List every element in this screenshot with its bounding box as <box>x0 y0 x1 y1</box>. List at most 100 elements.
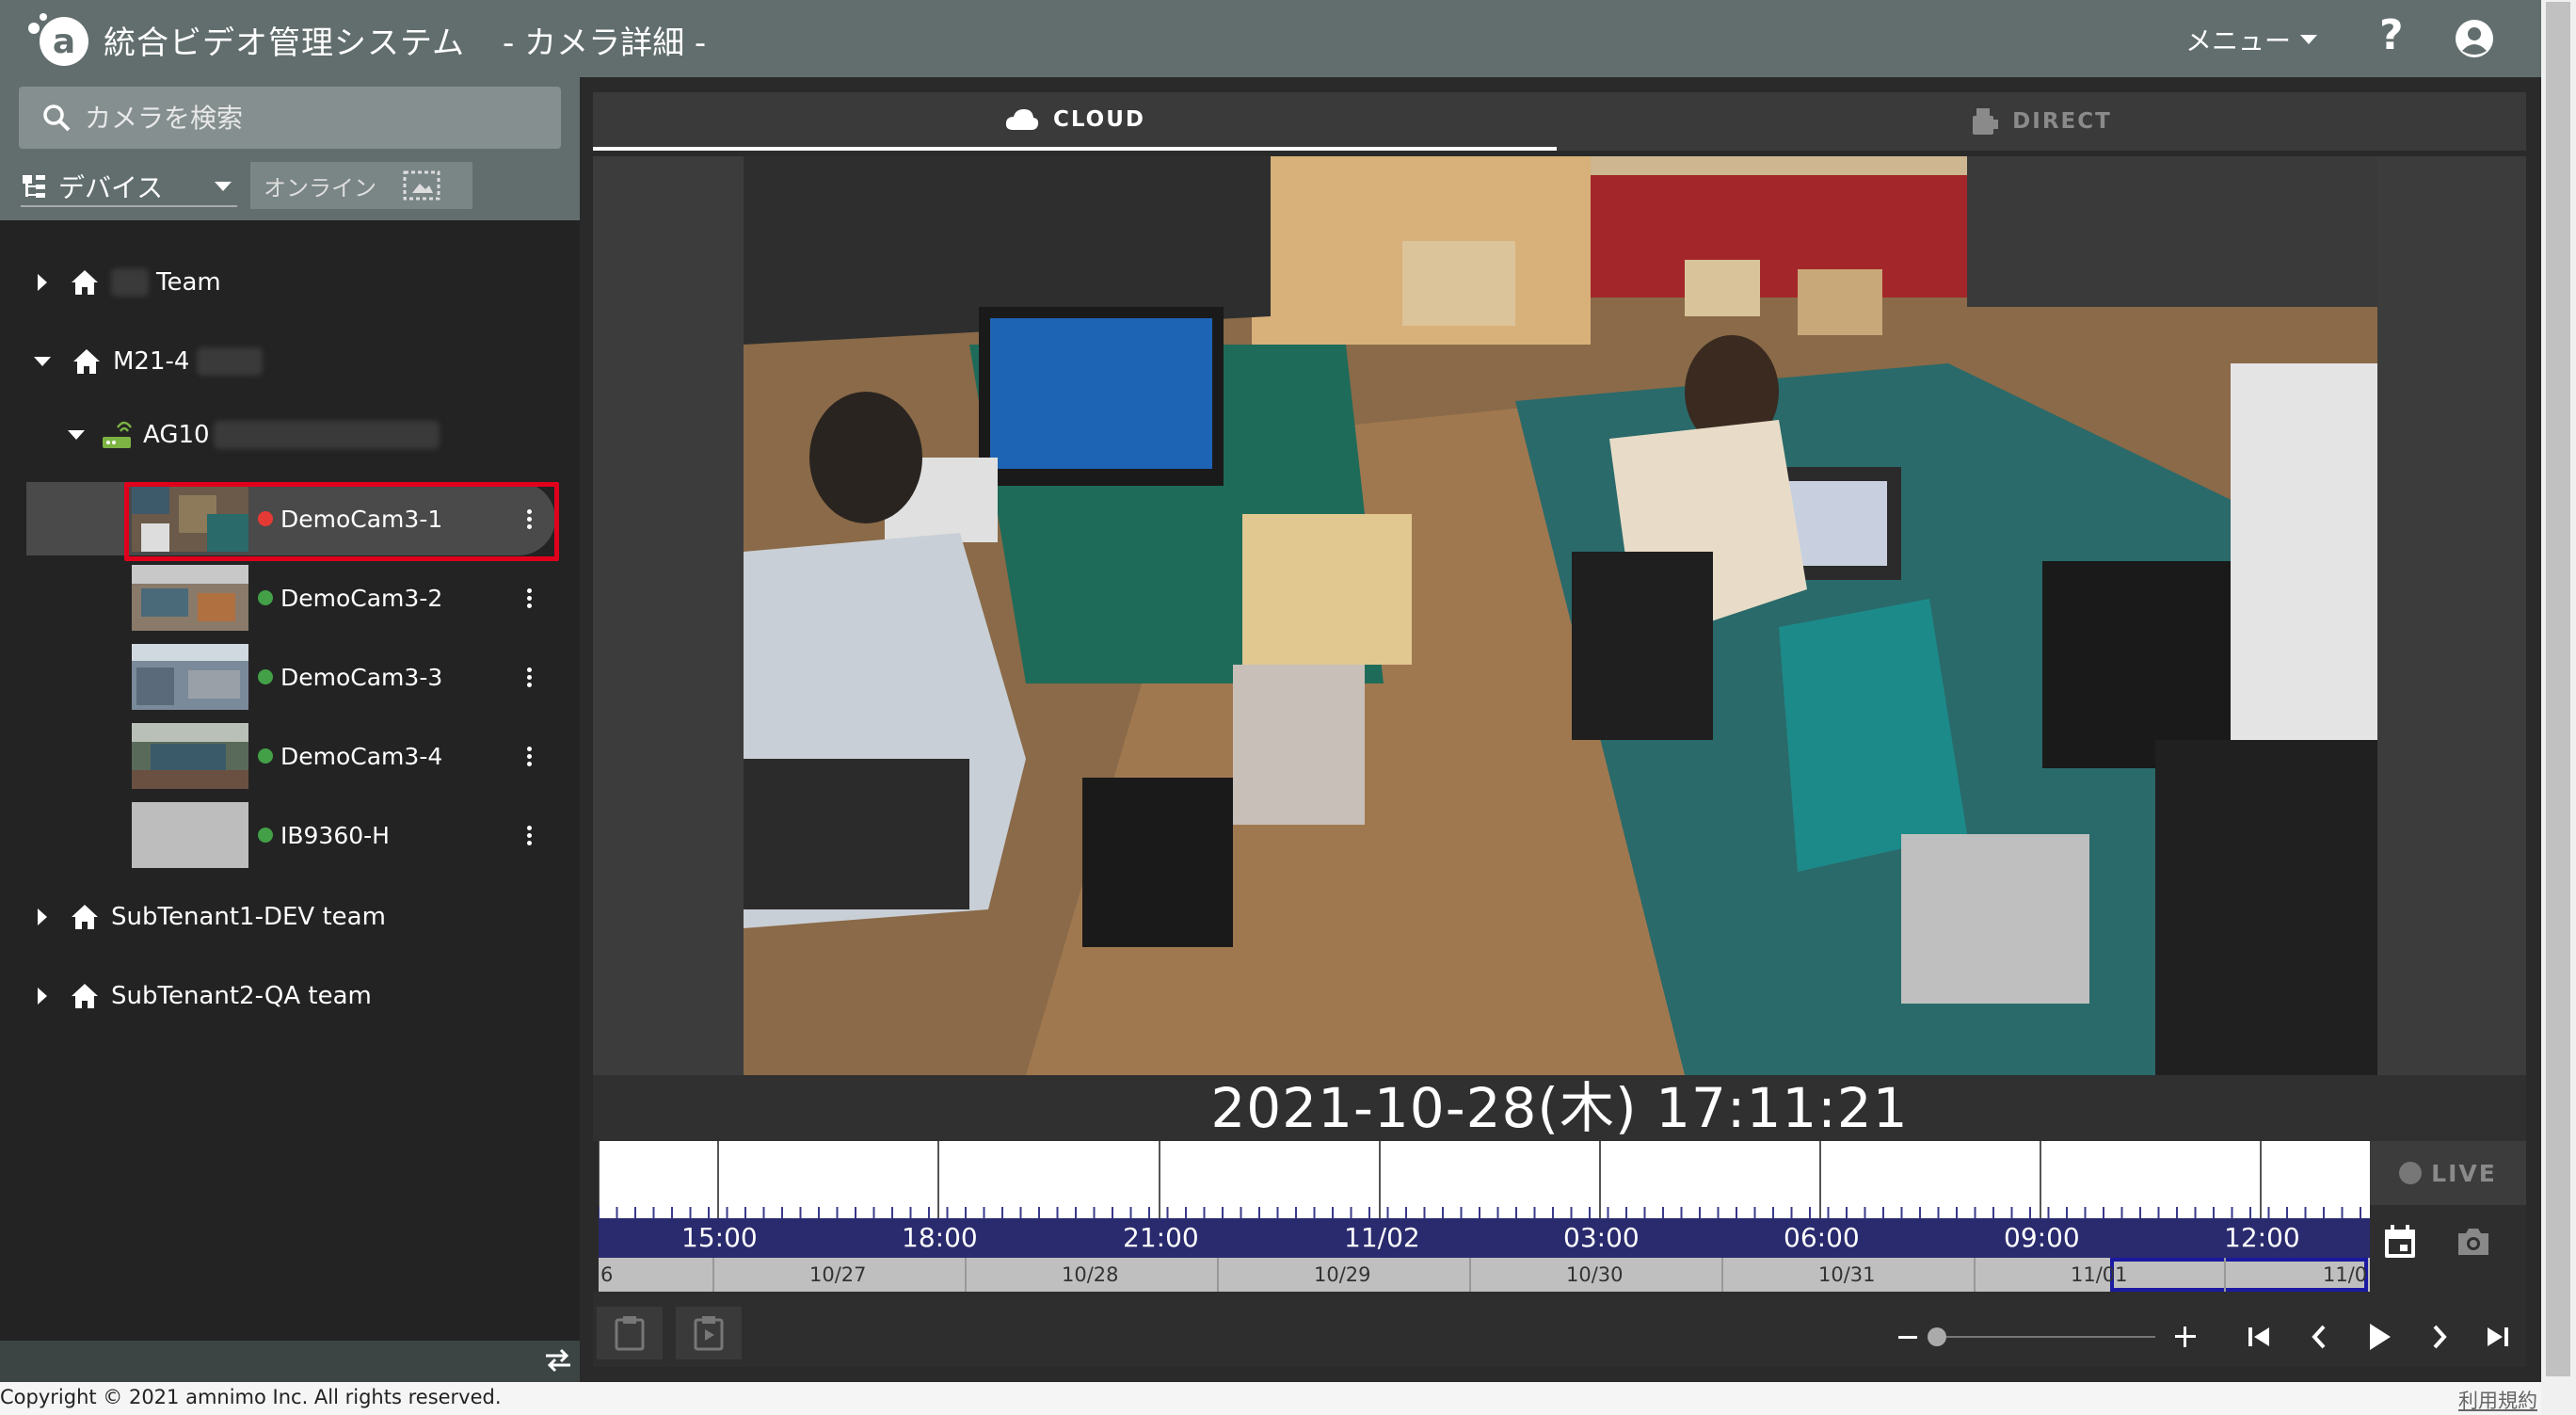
expand-icon[interactable] <box>38 908 47 925</box>
tab-cloud[interactable]: CLOUD <box>593 92 1557 151</box>
swap-horiz-icon[interactable] <box>542 1346 574 1375</box>
account-icon[interactable] <box>2455 19 2494 58</box>
status-dot <box>258 511 273 526</box>
app-logo-icon: a <box>28 13 88 66</box>
clip-play-button[interactable] <box>676 1307 742 1359</box>
online-filter-label: オンライン <box>264 174 376 201</box>
camera-label: DemoCam3-2 <box>280 584 443 612</box>
timeline-day-label: 10/27 <box>809 1263 867 1286</box>
tree-gateway-ag10[interactable]: AG10 <box>68 407 440 463</box>
more-vert-icon[interactable] <box>525 508 533 529</box>
more-vert-icon[interactable] <box>525 587 533 608</box>
camera-thumbnail <box>132 486 248 552</box>
camera-search-input[interactable] <box>85 102 536 134</box>
timeline-day-label: 11/01 <box>2071 1263 2128 1286</box>
timeline-hour-band[interactable]: 15:00 18:00 21:00 11/02 03:00 06:00 09:0… <box>599 1218 2370 1258</box>
zoom-slider-track[interactable] <box>1937 1336 2155 1338</box>
tree-group-subtenant2[interactable]: SubTenant2-QA team <box>38 968 372 1024</box>
calendar-icon[interactable] <box>2383 1224 2417 1260</box>
home-icon <box>72 270 98 295</box>
collapse-icon[interactable] <box>34 357 51 366</box>
camera-label: IB9360-H <box>280 821 390 849</box>
skip-next-icon[interactable] <box>2485 1324 2511 1350</box>
menu-label: メニュー <box>2185 25 2292 56</box>
collapse-icon[interactable] <box>68 430 85 440</box>
status-dot <box>258 748 273 764</box>
timeline-hour-label: 11/02 <box>1344 1222 1420 1253</box>
live-button[interactable]: LIVE <box>2370 1141 2526 1205</box>
zoom-in-icon[interactable] <box>2174 1326 2197 1348</box>
redacted-text <box>213 421 440 449</box>
timeline-hour-label: 18:00 <box>902 1222 978 1253</box>
help-button[interactable]: ? <box>2379 11 2404 59</box>
search-icon <box>43 105 71 132</box>
play-icon[interactable] <box>2366 1322 2392 1352</box>
skip-previous-icon[interactable] <box>2246 1324 2272 1350</box>
timeline-day-label: 6 <box>600 1263 614 1286</box>
timeline-hour-label: 09:00 <box>2004 1222 2080 1253</box>
terms-link[interactable]: 利用規約 <box>2458 1386 2537 1414</box>
snapshot-camera-icon[interactable] <box>2455 1226 2492 1258</box>
expand-icon[interactable] <box>38 988 47 1005</box>
step-back-icon[interactable] <box>2308 1324 2330 1350</box>
tree-gateway-label: AG10 <box>143 421 210 449</box>
tree-group-subtenant1[interactable]: SubTenant1-DEV team <box>38 889 386 945</box>
chevron-down-icon <box>215 182 232 191</box>
camera-thumbnail <box>132 644 248 710</box>
menu-button[interactable]: メニュー <box>2185 21 2318 58</box>
timeline-hour-label: 21:00 <box>1123 1222 1199 1253</box>
expand-icon[interactable] <box>38 274 47 291</box>
tab-direct-label: DIRECT <box>2012 109 2112 134</box>
camera-item-ib9360-h[interactable]: IB9360-H <box>26 798 555 872</box>
camera-thumbnail-placeholder <box>132 802 248 868</box>
camera-thumbnail <box>132 723 248 789</box>
playback-controls-bar <box>593 1292 2526 1367</box>
device-tree-icon <box>23 175 45 198</box>
app-title: 統合ビデオ管理システム <box>104 24 465 62</box>
page-subtitle: - カメラ詳細 - <box>503 24 707 62</box>
tree-group-label: SubTenant1-DEV team <box>111 903 386 931</box>
zoom-out-icon[interactable] <box>1897 1327 1918 1348</box>
more-vert-icon[interactable] <box>525 746 533 766</box>
timeline-ticks[interactable] <box>599 1141 2370 1218</box>
camera-item-democam3-3[interactable]: DemoCam3-3 <box>26 640 555 714</box>
playback-timestamp: 2021-10-28(木) 17:11:21 <box>593 1075 2526 1141</box>
tree-group-team[interactable]: Team <box>38 254 221 311</box>
timeline-day-band[interactable]: 6 10/27 10/28 10/29 10/30 10/31 11/01 11… <box>599 1258 2370 1292</box>
gateway-router-icon <box>103 421 133 448</box>
home-icon <box>73 349 100 374</box>
live-indicator-dot <box>2399 1162 2423 1184</box>
clip-export-button[interactable] <box>597 1307 663 1359</box>
copyright-text: Copyright © 2021 amnimo Inc. All rights … <box>0 1386 502 1408</box>
home-icon <box>72 984 98 1008</box>
more-vert-icon[interactable] <box>525 667 533 687</box>
camera-item-democam3-1[interactable]: DemoCam3-1 <box>26 482 555 555</box>
camera-item-democam3-2[interactable]: DemoCam3-2 <box>26 561 555 635</box>
device-select-value: デバイス <box>58 172 164 203</box>
tree-group-label: M21-4 <box>113 347 190 376</box>
live-label: LIVE <box>2431 1159 2497 1187</box>
online-filter-toggle[interactable]: オンライン <box>250 162 472 209</box>
camera-device-icon <box>1973 108 1999 135</box>
tab-direct[interactable]: DIRECT <box>1557 92 2526 151</box>
camera-thumbnail <box>132 565 248 631</box>
more-vert-icon[interactable] <box>525 825 533 845</box>
step-forward-icon[interactable] <box>2428 1324 2451 1350</box>
zoom-slider-handle[interactable] <box>1928 1327 1946 1346</box>
cloud-icon <box>1005 109 1039 130</box>
status-dot <box>258 828 273 843</box>
home-icon <box>72 905 98 929</box>
device-type-select[interactable]: デバイス <box>21 168 237 207</box>
camera-search-box[interactable] <box>19 87 561 149</box>
camera-video-feed[interactable] <box>744 156 2377 1075</box>
camera-item-democam3-4[interactable]: DemoCam3-4 <box>26 719 555 793</box>
timeline-hour-label: 12:00 <box>2224 1222 2300 1253</box>
timeline-day-label: 10/31 <box>1818 1263 1876 1286</box>
tree-group-m21[interactable]: M21-4 <box>34 333 264 390</box>
clipboard-icon <box>615 1316 645 1351</box>
status-dot <box>258 590 273 605</box>
timeline-day-label: 10/30 <box>1566 1263 1624 1286</box>
page-scrollbar-thumb[interactable] <box>2546 2 2570 1376</box>
redacted-text <box>111 268 149 297</box>
timeline-hour-label: 06:00 <box>1784 1222 1860 1253</box>
